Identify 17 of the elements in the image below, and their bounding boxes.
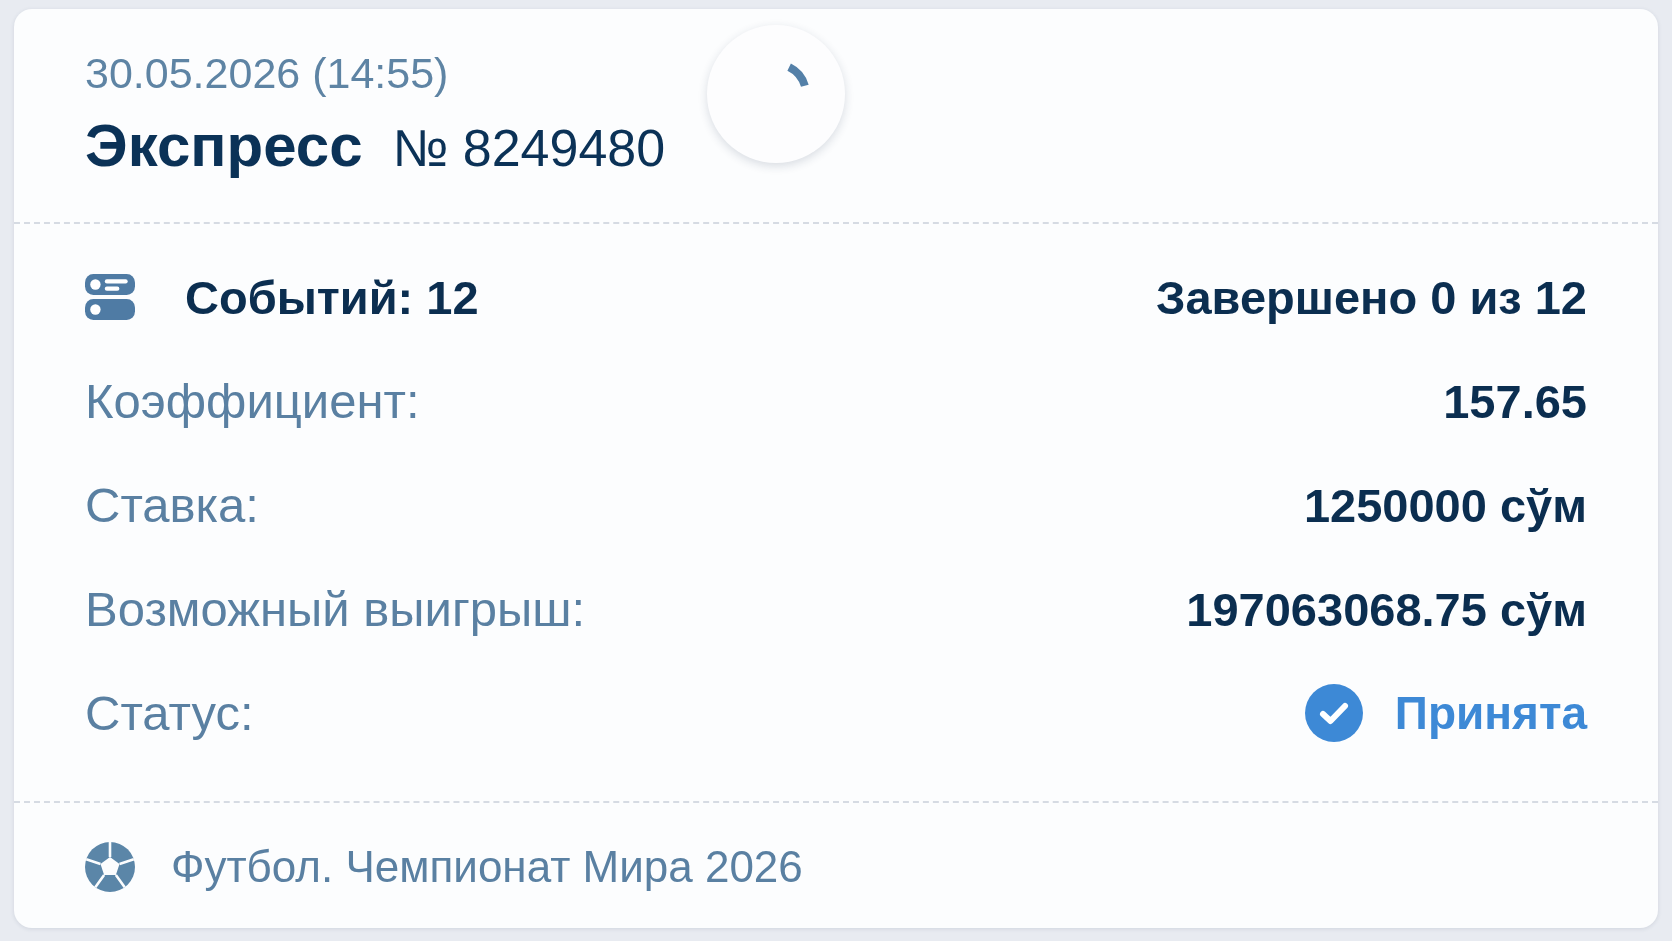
- date-text: 30.05.2026 (14:55): [85, 49, 449, 97]
- list-icon: [85, 272, 135, 322]
- detail-label: Статус:: [85, 685, 254, 741]
- bet-number: № 8249480: [392, 118, 666, 179]
- detail-value: 1250000 сўм: [1303, 477, 1587, 533]
- detail-value: 157.65: [1443, 373, 1587, 429]
- bet-type-title: Экспресс: [85, 114, 363, 178]
- events-completed: Завершено 0 из 12: [1156, 269, 1587, 325]
- events-count: Событий: 12: [185, 269, 479, 325]
- tournament-text: Футбол. Чемпионат Мира 2026: [171, 842, 803, 892]
- detail-label: Возможный выигрыш:: [85, 581, 586, 637]
- soccer-ball-icon: [85, 842, 135, 892]
- detail-label: Ставка:: [85, 477, 259, 533]
- detail-label: Коэффициент:: [85, 373, 420, 429]
- detail-value: 197063068.75 сўм: [1186, 581, 1587, 637]
- check-circle-icon: [1304, 684, 1363, 742]
- status-text: Принята: [1394, 686, 1587, 740]
